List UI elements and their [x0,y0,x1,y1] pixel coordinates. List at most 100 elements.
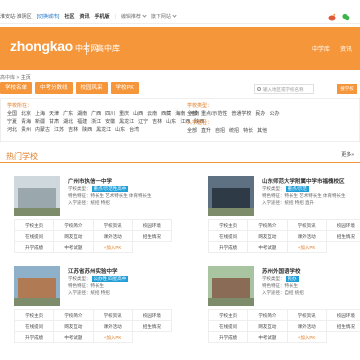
nav-mobile[interactable]: 手机版 [94,13,109,20]
method-option[interactable]: 统招 [229,127,239,134]
weibo-icon[interactable] [328,13,336,21]
region-option[interactable]: 江苏 [54,126,64,133]
region-option[interactable]: 天津 [49,110,59,117]
type-option[interactable]: 民办 [255,110,265,117]
school-link[interactable]: 在线提问 [15,321,55,332]
region-option[interactable]: 吉林 [152,118,162,125]
region-option[interactable]: 青海 [21,118,31,125]
sister-sites-menu[interactable]: 旗下网站 [151,13,177,20]
school-link[interactable]: 课外活动 [93,231,133,242]
region-option[interactable]: 西藏 [161,110,171,117]
method-option[interactable]: 其他 [257,127,267,134]
school-link[interactable]: 校园环境 [326,310,360,321]
editor-picks-menu[interactable]: 编辑推荐 [121,13,147,20]
region-option[interactable]: 海南 [175,110,185,117]
more-link[interactable]: 更多» [341,151,354,158]
add-to-pk-button[interactable]: +加入PK [93,242,133,253]
school-link[interactable]: 升学成绩 [15,242,55,253]
wechat-icon[interactable] [342,13,350,21]
search-button[interactable]: 搜学校 [337,84,357,94]
type-option[interactable]: 重点/示范性 [201,110,227,117]
school-photo[interactable] [14,176,60,216]
region-option[interactable]: 黑龙江 [119,118,134,125]
school-link[interactable]: 学校资讯 [287,310,327,321]
tab-school-pk[interactable]: 学校PK [110,82,139,94]
school-link[interactable]: 课外活动 [287,231,327,242]
method-option[interactable]: 直升 [201,127,211,134]
breadcrumb-home[interactable]: 高中库 [0,75,15,81]
region-option[interactable]: 广西 [91,110,101,117]
region-option[interactable]: 台湾 [129,126,139,133]
school-link[interactable]: 网友互动 [248,321,288,332]
region-option[interactable]: 内蒙古 [35,126,50,133]
region-option[interactable]: 浙江 [91,118,101,125]
type-option[interactable]: 普通学校 [231,110,251,117]
school-link[interactable]: 学校主页 [15,220,55,231]
header-nav-news[interactable]: 资讯 [340,44,352,53]
school-link[interactable]: 学校简介 [54,220,94,231]
header-nav-school-library[interactable]: 中学库 [312,44,330,53]
school-link[interactable]: 招生情况 [326,231,360,242]
tab-campus-style[interactable]: 校园风采 [75,82,108,94]
region-option[interactable]: 甘肃 [49,118,59,125]
region-option[interactable]: 上海 [35,110,45,117]
school-link[interactable]: 中考试题 [248,332,288,343]
region-option[interactable]: 重庆 [119,110,129,117]
school-link[interactable]: 学校简介 [54,310,94,321]
school-link[interactable]: 学校资讯 [93,310,133,321]
school-link[interactable]: 中考试题 [248,242,288,253]
school-link[interactable]: 校园环境 [132,220,172,231]
school-link[interactable]: 在线提问 [15,231,55,242]
school-name[interactable]: 江苏省苏州实验中学 [68,267,118,275]
region-option[interactable]: 新疆 [35,118,45,125]
school-link[interactable]: 网友互动 [54,231,94,242]
school-link[interactable]: 网友互动 [248,231,288,242]
switch-city-link[interactable]: [切换城市] [37,13,60,20]
school-link[interactable]: 升学成绩 [15,332,55,343]
type-option[interactable]: 公办 [269,110,279,117]
region-option[interactable]: 辽宁 [138,118,148,125]
add-to-pk-button[interactable]: +加入PK [93,332,133,343]
region-option[interactable]: 湖北 [63,118,73,125]
site-logo[interactable]: zhongkao中考网 [10,38,98,54]
school-photo[interactable] [208,266,254,306]
school-link[interactable]: 学校主页 [209,220,249,231]
region-option[interactable]: 陕西 [82,126,92,133]
region-option[interactable]: 吉林 [68,126,78,133]
add-to-pk-button[interactable]: +加入PK [287,332,327,343]
method-option[interactable]: 特长 [243,127,253,134]
school-link[interactable]: 网友互动 [54,321,94,332]
region-option[interactable]: 山西 [133,110,143,117]
school-link[interactable]: 升学成绩 [209,332,249,343]
school-link[interactable]: 中考试题 [54,332,94,343]
school-link[interactable]: 招生情况 [326,321,360,332]
school-link[interactable]: 学校主页 [209,310,249,321]
region-option[interactable]: 黑龙江 [96,126,111,133]
school-link[interactable]: 学校资讯 [93,220,133,231]
region-option[interactable]: 广东 [63,110,73,117]
region-option[interactable]: 云南 [147,110,157,117]
region-option[interactable]: 安徽 [105,118,115,125]
school-photo[interactable] [14,266,60,306]
school-link[interactable]: 在线提问 [209,321,249,332]
school-link[interactable]: 招生情况 [132,321,172,332]
method-option[interactable]: 自招 [215,127,225,134]
school-link[interactable]: 学校资讯 [287,220,327,231]
tab-school-list[interactable]: 学校名单 [0,82,33,94]
region-option[interactable]: 贵州 [21,126,31,133]
school-link[interactable]: 学校简介 [248,310,288,321]
school-name[interactable]: 广州市执信一中学 [68,177,112,185]
add-to-pk-button[interactable]: +加入PK [287,242,327,253]
region-option[interactable]: 北京 [21,110,31,117]
nav-community[interactable]: 社区 [64,13,74,20]
school-link[interactable]: 课外活动 [287,321,327,332]
school-link[interactable]: 校园环境 [326,220,360,231]
school-link[interactable]: 升学成绩 [209,242,249,253]
region-option[interactable]: 全国 [7,110,17,117]
school-name[interactable]: 苏州外国语学校 [262,267,301,275]
region-option[interactable]: 山东 [166,118,176,125]
school-link[interactable]: 课外活动 [93,321,133,332]
school-link[interactable]: 招生情况 [132,231,172,242]
region-option[interactable]: 宁夏 [7,118,17,125]
type-option[interactable]: 全部 [187,110,197,117]
